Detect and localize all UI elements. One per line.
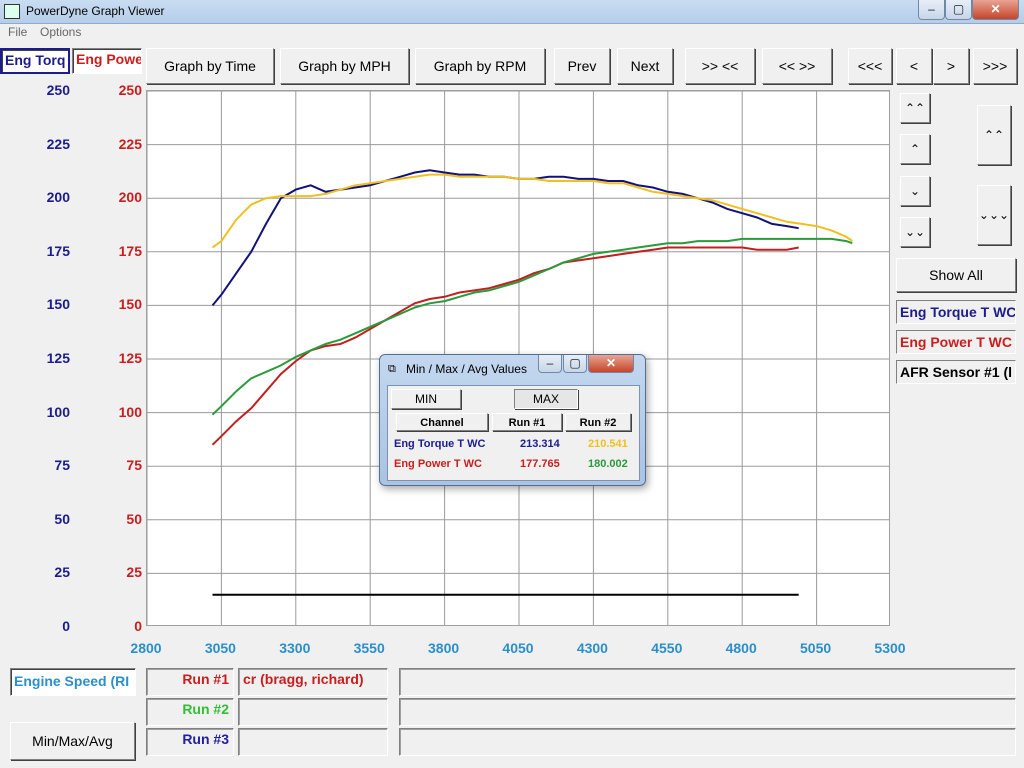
menu-file[interactable]: File [8,25,27,39]
legend-power[interactable]: Eng Power T WC [896,330,1016,354]
dialog-maximize-button[interactable]: ▢ [563,355,587,373]
min-button[interactable]: MIN [391,389,461,409]
row-torque-channel: Eng Torque T WC [394,438,486,450]
power-axis-tab[interactable]: Eng Powe [72,48,142,74]
app-icon [4,4,20,19]
window-title: PowerDyne Graph Viewer [26,4,165,18]
run2-name [238,698,388,726]
title-bar: PowerDyne Graph Viewer – ▢ ✕ [0,0,1024,24]
row-power-run2: 180.002 [588,458,628,470]
run2-label: Run #2 [146,698,234,726]
x-tick-label: 4550 [651,640,683,656]
power-tick-label: 100 [118,403,142,420]
run1-label: Run #1 [146,668,234,696]
x-tick-label: 3050 [204,640,236,656]
row-power-channel: Eng Power T WC [394,458,482,470]
power-tick-label: 0 [134,618,142,634]
torque-tick-label: 25 [54,564,70,581]
menu-bar: File Options [0,24,1024,41]
x-tick-label: 3800 [428,640,460,656]
run3-name [238,728,388,756]
next-button[interactable]: Next [617,48,673,84]
scroll-last-button[interactable]: >>> [973,48,1017,84]
scale-down-button[interactable]: ⌄⌄⌄ [977,185,1011,245]
run1-name: cr (bragg, richard) [238,668,388,696]
x-tick-label: 4050 [502,640,534,656]
scroll-first-button[interactable]: <<< [848,48,892,84]
graph-by-rpm-button[interactable]: Graph by RPM [415,48,545,84]
run2-detail [399,698,1016,726]
graph-by-time-button[interactable]: Graph by Time [146,48,274,84]
dialog-icon: ⧉ [388,363,396,375]
x-tick-label: 4300 [576,640,608,656]
torque-tick-label: 175 [46,242,70,259]
show-all-button[interactable]: Show All [896,258,1016,292]
x-tick-label: 3550 [353,640,385,656]
power-tick-label: 175 [118,242,142,259]
scroll-down-button[interactable]: ⌄ [900,176,930,206]
torque-tick-label: 225 [46,135,70,152]
scroll-forward-button[interactable]: > [933,48,969,84]
x-tick-label: 3300 [279,640,311,656]
power-tick-label: 125 [118,350,142,366]
dialog-body: MIN MAX Channel Run #1 Run #2 Eng Torque… [387,385,640,481]
torque-axis-tab[interactable]: Eng Torq [0,48,70,74]
torque-tick-label: 150 [46,296,70,313]
power-tick-label: 150 [118,296,142,313]
power-tick-label: 225 [118,135,142,152]
run3-label: Run #3 [146,728,234,756]
torque-tick-label: 250 [46,82,70,98]
x-tick-label: 4800 [725,640,757,656]
min-max-avg-dialog: ⧉ Min / Max / Avg Values – ▢ ✕ MIN MAX C… [379,354,646,486]
run1-detail [399,668,1016,696]
x-tick-label: 5050 [800,640,832,656]
zoom-out-button[interactable]: << >> [762,48,832,84]
graph-by-mph-button[interactable]: Graph by MPH [280,48,409,84]
dialog-close-button[interactable]: ✕ [588,355,634,373]
row-power-run1: 177.765 [520,458,560,470]
torque-tick-label: 100 [46,403,70,420]
run3-detail [399,728,1016,756]
zoom-in-button[interactable]: >> << [685,48,755,84]
maximize-button[interactable]: ▢ [945,0,972,20]
power-tick-label: 200 [118,189,142,206]
dialog-minimize-button[interactable]: – [538,355,562,373]
scroll-up-button[interactable]: ⌃ [900,134,930,164]
scroll-down-fast-button[interactable]: ⌄⌄ [900,217,930,247]
run1-column-header: Run #1 [492,413,562,431]
scroll-up-fast-button[interactable]: ⌃⌃ [900,93,930,123]
minimize-button[interactable]: – [918,0,945,20]
legend-afr[interactable]: AFR Sensor #1 (l [896,360,1016,384]
power-tick-label: 250 [118,82,142,98]
max-button[interactable]: MAX [514,389,578,409]
scale-up-button[interactable]: ⌃⌃ [977,105,1011,165]
min-max-avg-button[interactable]: Min/Max/Avg [10,722,135,760]
prev-button[interactable]: Prev [554,48,610,84]
run2-column-header: Run #2 [565,413,631,431]
torque-tick-label: 50 [54,510,70,527]
torque-tick-label: 75 [54,457,70,474]
torque-tick-label: 0 [62,618,70,634]
power-tick-label: 75 [126,457,142,474]
scroll-back-button[interactable]: < [896,48,932,84]
row-torque-run2: 210.541 [588,438,628,450]
torque-tick-label: 200 [46,189,70,206]
channel-column-header: Channel [396,413,488,431]
x-channel-label[interactable]: Engine Speed (RI [10,668,136,696]
close-button[interactable]: ✕ [972,0,1019,20]
legend-torque[interactable]: Eng Torque T WC [896,300,1016,324]
power-tick-label: 25 [126,564,142,581]
dialog-title: Min / Max / Avg Values [406,362,527,376]
menu-options[interactable]: Options [40,25,81,39]
power-tick-label: 50 [126,510,142,527]
x-tick-label: 2800 [130,640,162,656]
row-torque-run1: 213.314 [520,438,560,450]
x-tick-label: 5300 [874,640,906,656]
torque-tick-label: 125 [46,350,70,366]
